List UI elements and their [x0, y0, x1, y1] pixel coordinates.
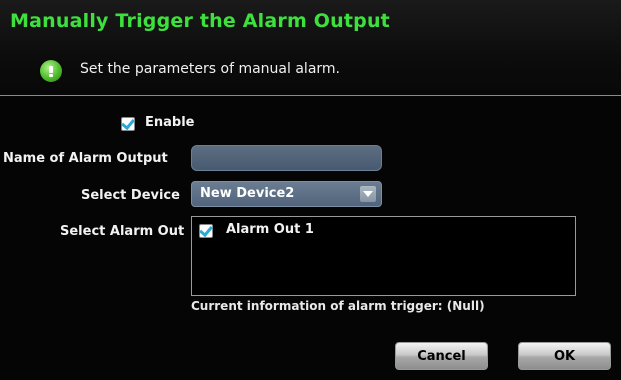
- alarm-out-1-checkbox[interactable]: [199, 222, 213, 238]
- checkmark-icon: [121, 115, 135, 131]
- cancel-button[interactable]: Cancel: [395, 342, 488, 370]
- dialog-subtitle: Set the parameters of manual alarm.: [80, 61, 340, 77]
- device-select-value: New Device2: [200, 186, 295, 201]
- dialog-header: Manually Trigger the Alarm Output Set th…: [0, 0, 621, 95]
- enable-label: Enable: [145, 115, 195, 130]
- chevron-down-icon[interactable]: [360, 186, 376, 202]
- device-select[interactable]: New Device2: [191, 181, 382, 207]
- alarm-output-name-label: Name of Alarm Output: [3, 151, 168, 166]
- header-divider: [0, 95, 621, 96]
- alarm-out-list: Alarm Out 1: [191, 216, 576, 296]
- info-icon: [40, 60, 62, 82]
- ok-button[interactable]: OK: [518, 342, 611, 370]
- select-alarm-out-label: Select Alarm Out: [60, 224, 185, 239]
- alarm-output-name-input[interactable]: [191, 145, 382, 171]
- alarm-trigger-status: Current information of alarm trigger: (N…: [191, 299, 485, 313]
- checkmark-icon: [199, 222, 213, 238]
- alarm-output-dialog: Manually Trigger the Alarm Output Set th…: [0, 0, 621, 380]
- enable-checkbox[interactable]: [121, 115, 135, 131]
- dialog-title: Manually Trigger the Alarm Output: [10, 10, 390, 32]
- alarm-out-1-label: Alarm Out 1: [226, 222, 314, 237]
- select-device-label: Select Device: [81, 188, 180, 203]
